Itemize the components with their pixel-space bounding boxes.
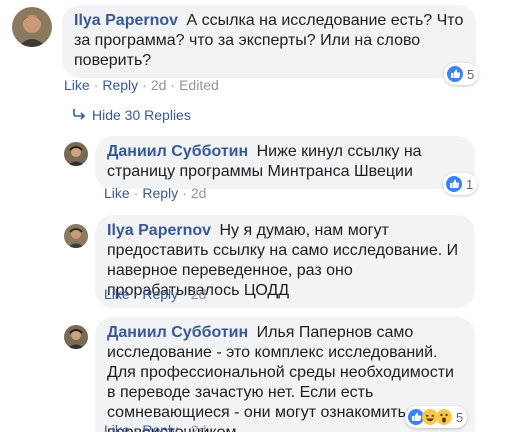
wow-icon — [436, 409, 452, 425]
reply-author[interactable]: Даниил Субботин — [107, 324, 248, 341]
reply-author[interactable]: Даниил Субботин — [107, 143, 248, 160]
separator: · — [133, 286, 139, 302]
timestamp[interactable]: 2d — [191, 185, 207, 201]
reply-author[interactable]: Ilya Papernov — [107, 222, 211, 239]
reaction-summary[interactable]: 5 — [405, 406, 468, 428]
separator: · — [93, 77, 99, 93]
reply-link[interactable]: Reply — [142, 185, 178, 201]
comment-actions: Like · Reply · 2d · Edited — [64, 77, 219, 93]
reply-bubble: Даниил Субботин Ниже кинул ссылку на стр… — [95, 136, 475, 189]
hide-replies-label: Hide 30 Replies — [92, 107, 191, 123]
avatar[interactable] — [64, 142, 88, 166]
like-link[interactable]: Like — [64, 77, 90, 93]
timestamp[interactable]: 2d — [151, 77, 167, 93]
like-icon — [447, 66, 463, 82]
reply-link[interactable]: Reply — [142, 286, 178, 302]
separator: · — [133, 422, 139, 432]
separator: · — [182, 286, 187, 302]
reaction-summary[interactable]: 5 — [444, 63, 479, 85]
avatar[interactable] — [64, 224, 88, 248]
avatar[interactable] — [12, 7, 52, 47]
hide-replies-link[interactable]: Hide 30 Replies — [72, 107, 191, 123]
separator: · — [133, 185, 139, 201]
like-link[interactable]: Like — [104, 422, 130, 432]
like-link[interactable]: Like — [104, 185, 130, 201]
reply-actions: Like · Reply · 2d — [104, 286, 206, 302]
separator: · — [142, 77, 147, 93]
reply-arrow-icon — [72, 107, 86, 123]
reaction-summary[interactable]: 1 — [443, 173, 478, 195]
like-icon — [446, 176, 462, 192]
comment-author[interactable]: Ilya Papernov — [74, 12, 178, 29]
reaction-count: 5 — [467, 66, 475, 82]
reply-link[interactable]: Reply — [102, 77, 138, 93]
separator: · — [182, 185, 187, 201]
reply-actions: Like · Reply · 2d — [104, 422, 206, 432]
comment-bubble: Ilya Papernov А ссылка на исследование е… — [62, 5, 476, 78]
reply-actions: Like · Reply · 2d — [104, 185, 206, 201]
reaction-count: 1 — [466, 176, 474, 192]
like-link[interactable]: Like — [104, 286, 130, 302]
avatar[interactable] — [64, 325, 88, 349]
timestamp[interactable]: 2d — [191, 286, 207, 302]
edited-label[interactable]: Edited — [179, 77, 219, 93]
timestamp[interactable]: 2d — [191, 422, 207, 432]
reply-link[interactable]: Reply — [142, 422, 178, 432]
separator: · — [182, 422, 187, 432]
reaction-count: 5 — [456, 409, 464, 425]
separator: · — [170, 77, 176, 93]
